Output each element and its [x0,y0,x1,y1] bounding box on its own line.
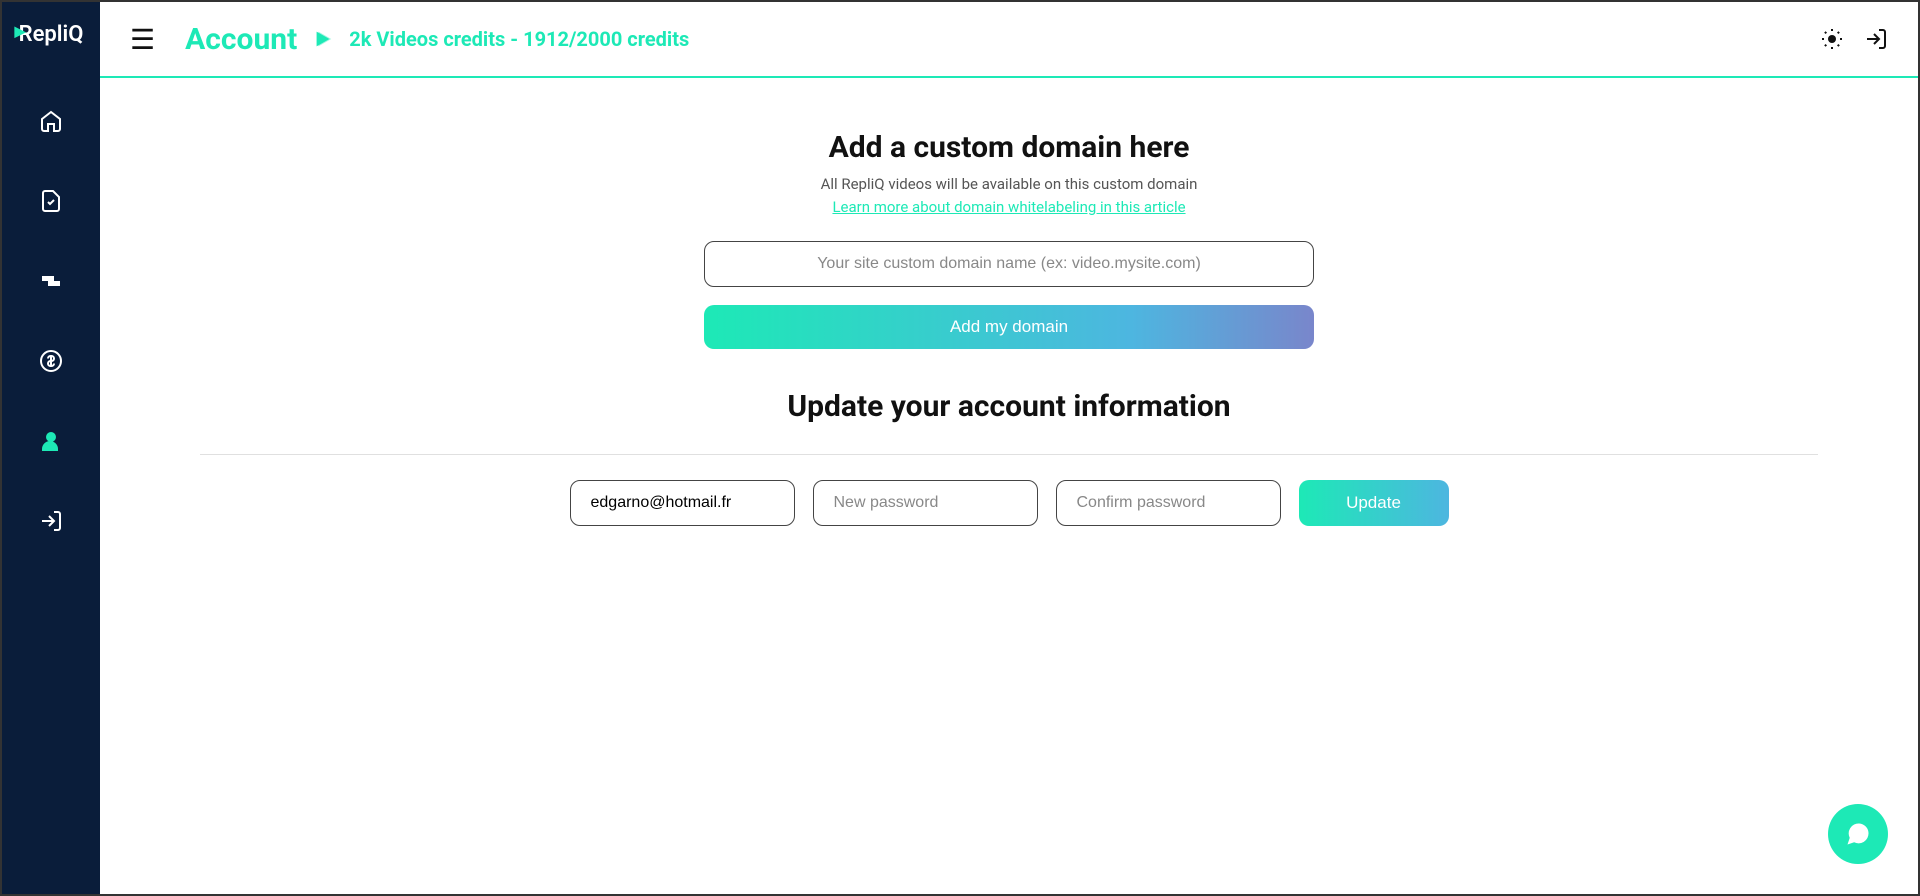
brand-logo[interactable]: ▶ RepliQ [19,22,84,47]
domain-section: Add a custom domain here All RepliQ vide… [200,130,1818,349]
domain-input[interactable] [704,241,1314,287]
update-button[interactable]: Update [1299,480,1449,526]
new-password-input[interactable] [813,480,1038,526]
theme-toggle-icon[interactable] [1820,27,1844,51]
domain-section-title: Add a custom domain here [200,130,1818,165]
confirm-password-input[interactable] [1056,480,1281,526]
add-domain-button[interactable]: Add my domain [704,305,1314,349]
account-section-title: Update your account information [200,389,1818,424]
email-input[interactable] [570,480,795,526]
sidebar-logout-icon[interactable] [27,497,75,545]
account-section: Update your account information Update [200,389,1818,526]
header: ☰ Account 2k Videos credits - 1912/2000 … [100,2,1918,78]
sidebar-home-icon[interactable] [27,97,75,145]
sidebar-billing-icon[interactable] [27,337,75,385]
sidebar-account-icon[interactable] [27,417,75,465]
hamburger-menu-icon[interactable]: ☰ [130,23,155,56]
play-icon [312,28,334,50]
domain-learn-more-link[interactable]: Learn more about domain whitelabeling in… [832,198,1185,216]
main-content: Add a custom domain here All RepliQ vide… [100,80,1918,894]
header-logout-icon[interactable] [1864,27,1888,51]
page-title: Account [185,22,297,57]
domain-section-subtitle: All RepliQ videos will be available on t… [200,175,1818,193]
sidebar-steps-icon[interactable] [27,257,75,305]
account-form-row: Update [200,480,1818,526]
credits-label: 2k Videos credits - 1912/2000 credits [349,27,689,51]
sidebar-document-icon[interactable] [27,177,75,225]
chat-widget-icon[interactable] [1828,804,1888,864]
section-divider [200,454,1818,455]
sidebar: ▶ RepliQ [2,2,100,894]
